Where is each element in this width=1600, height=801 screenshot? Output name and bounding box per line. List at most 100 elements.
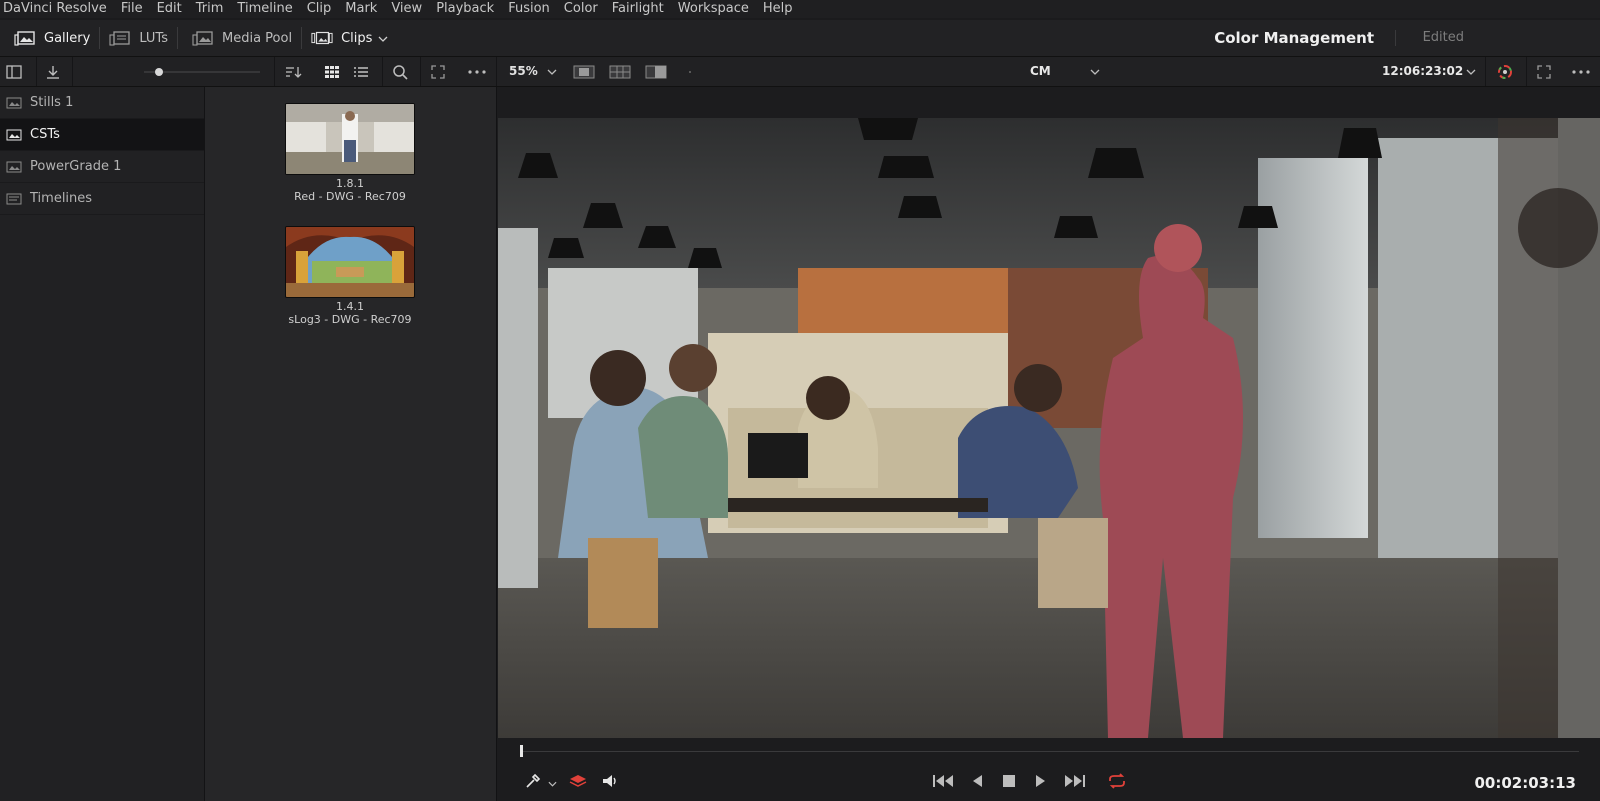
chevron-down-icon — [547, 776, 557, 791]
title-divider — [1395, 30, 1396, 46]
still-thumbnail[interactable] — [285, 226, 415, 298]
subbar-divider — [72, 57, 73, 86]
grid-view-icon[interactable] — [321, 57, 343, 86]
viewer-mode-label[interactable]: CM — [1030, 57, 1051, 86]
still-thumbnail[interactable] — [285, 103, 415, 175]
menu-workspace[interactable]: Workspace — [678, 0, 749, 18]
chevron-down-icon[interactable] — [545, 57, 559, 86]
sidebar-item-stills[interactable]: Stills 1 — [0, 87, 204, 119]
media-pool-label: Media Pool — [222, 30, 293, 46]
chevron-down-icon[interactable] — [1464, 57, 1478, 86]
subbar-divider — [274, 57, 275, 86]
luts-button[interactable]: LUTs — [100, 20, 177, 56]
gallery-sidebar: Stills 1 CSTs PowerGrade 1 Timelines — [0, 87, 205, 801]
gallery-still[interactable]: 1.4.1 sLog3 - DWG - Rec709 — [285, 226, 415, 326]
gallery-still[interactable]: 1.8.1 Red - DWG - Rec709 — [285, 103, 415, 203]
still-number: 1.8.1 — [336, 177, 364, 190]
clips-label: Clips — [341, 30, 373, 46]
subbar-divider — [1526, 57, 1527, 86]
viewer-dot-icon — [686, 57, 694, 86]
sidebar-item-timelines[interactable]: Timelines — [0, 183, 204, 215]
go-to-last-frame-button[interactable] — [1062, 772, 1088, 794]
clips-icon — [311, 30, 333, 46]
menu-playback[interactable]: Playback — [436, 0, 494, 18]
loop-button[interactable] — [1104, 772, 1130, 794]
more-options-icon[interactable] — [1570, 57, 1592, 86]
timeline-icon — [6, 193, 22, 205]
picker-button[interactable] — [518, 772, 548, 794]
skip-to-start-icon — [932, 774, 954, 792]
viewer-frame — [498, 118, 1600, 738]
menu-app[interactable]: DaVinci Resolve — [3, 0, 107, 18]
luts-icon — [109, 30, 131, 46]
layers-button[interactable] — [566, 772, 590, 794]
sidebar-item-label: Timelines — [30, 191, 93, 206]
menu-color[interactable]: Color — [564, 0, 598, 18]
menu-fairlight[interactable]: Fairlight — [612, 0, 664, 18]
scrub-bar[interactable] — [521, 751, 1579, 752]
gallery-icon — [14, 30, 36, 46]
gallery-button[interactable]: Gallery — [0, 20, 99, 56]
chevron-down-icon[interactable] — [1088, 57, 1102, 86]
wipe-icon[interactable] — [644, 57, 668, 86]
menu-timeline[interactable]: Timeline — [237, 0, 292, 18]
play-button[interactable] — [1030, 772, 1052, 794]
zoom-level[interactable]: 55% — [509, 57, 538, 86]
subbar-divider — [382, 57, 383, 86]
media-pool-icon — [192, 30, 214, 46]
audio-button[interactable] — [598, 772, 622, 794]
layers-icon — [569, 773, 587, 793]
sort-icon[interactable] — [282, 57, 304, 86]
color-wheel-icon[interactable] — [1494, 57, 1516, 86]
subbar-divider — [496, 57, 497, 86]
menu-help[interactable]: Help — [763, 0, 793, 18]
sidebar-item-powergrade[interactable]: PowerGrade 1 — [0, 151, 204, 183]
import-still-icon[interactable] — [42, 57, 64, 86]
fullscreen-icon[interactable] — [1533, 57, 1555, 86]
source-timecode[interactable]: 12:06:23:02 — [1382, 57, 1463, 86]
sidebar-toggle-icon[interactable] — [4, 57, 24, 86]
still-label: sLog3 - DWG - Rec709 — [288, 313, 412, 326]
menu-fusion[interactable]: Fusion — [508, 0, 550, 18]
panel-subbar: 55% CM 12:06:23:02 — [0, 57, 1600, 87]
subbar-divider — [36, 57, 37, 86]
eyedropper-icon — [524, 772, 542, 794]
stop-button[interactable] — [998, 772, 1020, 794]
go-to-first-frame-button[interactable] — [930, 772, 956, 794]
split-screen-icon[interactable] — [608, 57, 632, 86]
expand-icon[interactable] — [427, 57, 449, 86]
stills-gallery: 1.8.1 Red - DWG - Rec709 1.4.1 sLog3 - D… — [205, 87, 497, 801]
gallery-label: Gallery — [44, 30, 91, 46]
stop-icon — [1002, 774, 1016, 792]
picker-menu-button[interactable] — [546, 772, 558, 794]
menu-bar: DaVinci Resolve File Edit Trim Timeline … — [0, 0, 1600, 18]
list-view-icon[interactable] — [350, 57, 372, 86]
menu-view[interactable]: View — [391, 0, 422, 18]
sidebar-item-label: Stills 1 — [30, 95, 74, 110]
subbar-divider — [420, 57, 421, 86]
more-options-icon[interactable] — [466, 57, 488, 86]
media-pool-button[interactable]: Media Pool — [178, 20, 301, 56]
clips-button[interactable]: Clips — [302, 20, 397, 56]
previous-frame-button[interactable] — [966, 772, 988, 794]
menu-edit[interactable]: Edit — [157, 0, 182, 18]
menu-trim[interactable]: Trim — [196, 0, 224, 18]
speaker-icon — [601, 773, 619, 793]
video-viewer[interactable] — [498, 118, 1600, 738]
thumbnail-size-slider[interactable] — [140, 57, 264, 86]
album-icon — [6, 129, 22, 141]
menu-mark[interactable]: Mark — [345, 0, 377, 18]
menu-file[interactable]: File — [121, 0, 143, 18]
subbar-divider — [1485, 57, 1486, 86]
sidebar-item-csts[interactable]: CSTs — [0, 119, 204, 151]
menu-clip[interactable]: Clip — [307, 0, 332, 18]
still-number: 1.4.1 — [336, 300, 364, 313]
play-icon — [1035, 774, 1047, 792]
record-timecode: 00:02:03:13 — [1474, 774, 1577, 792]
sidebar-item-label: PowerGrade 1 — [30, 159, 122, 174]
search-icon[interactable] — [389, 57, 411, 86]
single-viewer-icon[interactable] — [572, 57, 596, 86]
loop-icon — [1106, 773, 1128, 793]
playhead-handle[interactable] — [520, 745, 523, 757]
sidebar-item-label: CSTs — [30, 127, 60, 142]
